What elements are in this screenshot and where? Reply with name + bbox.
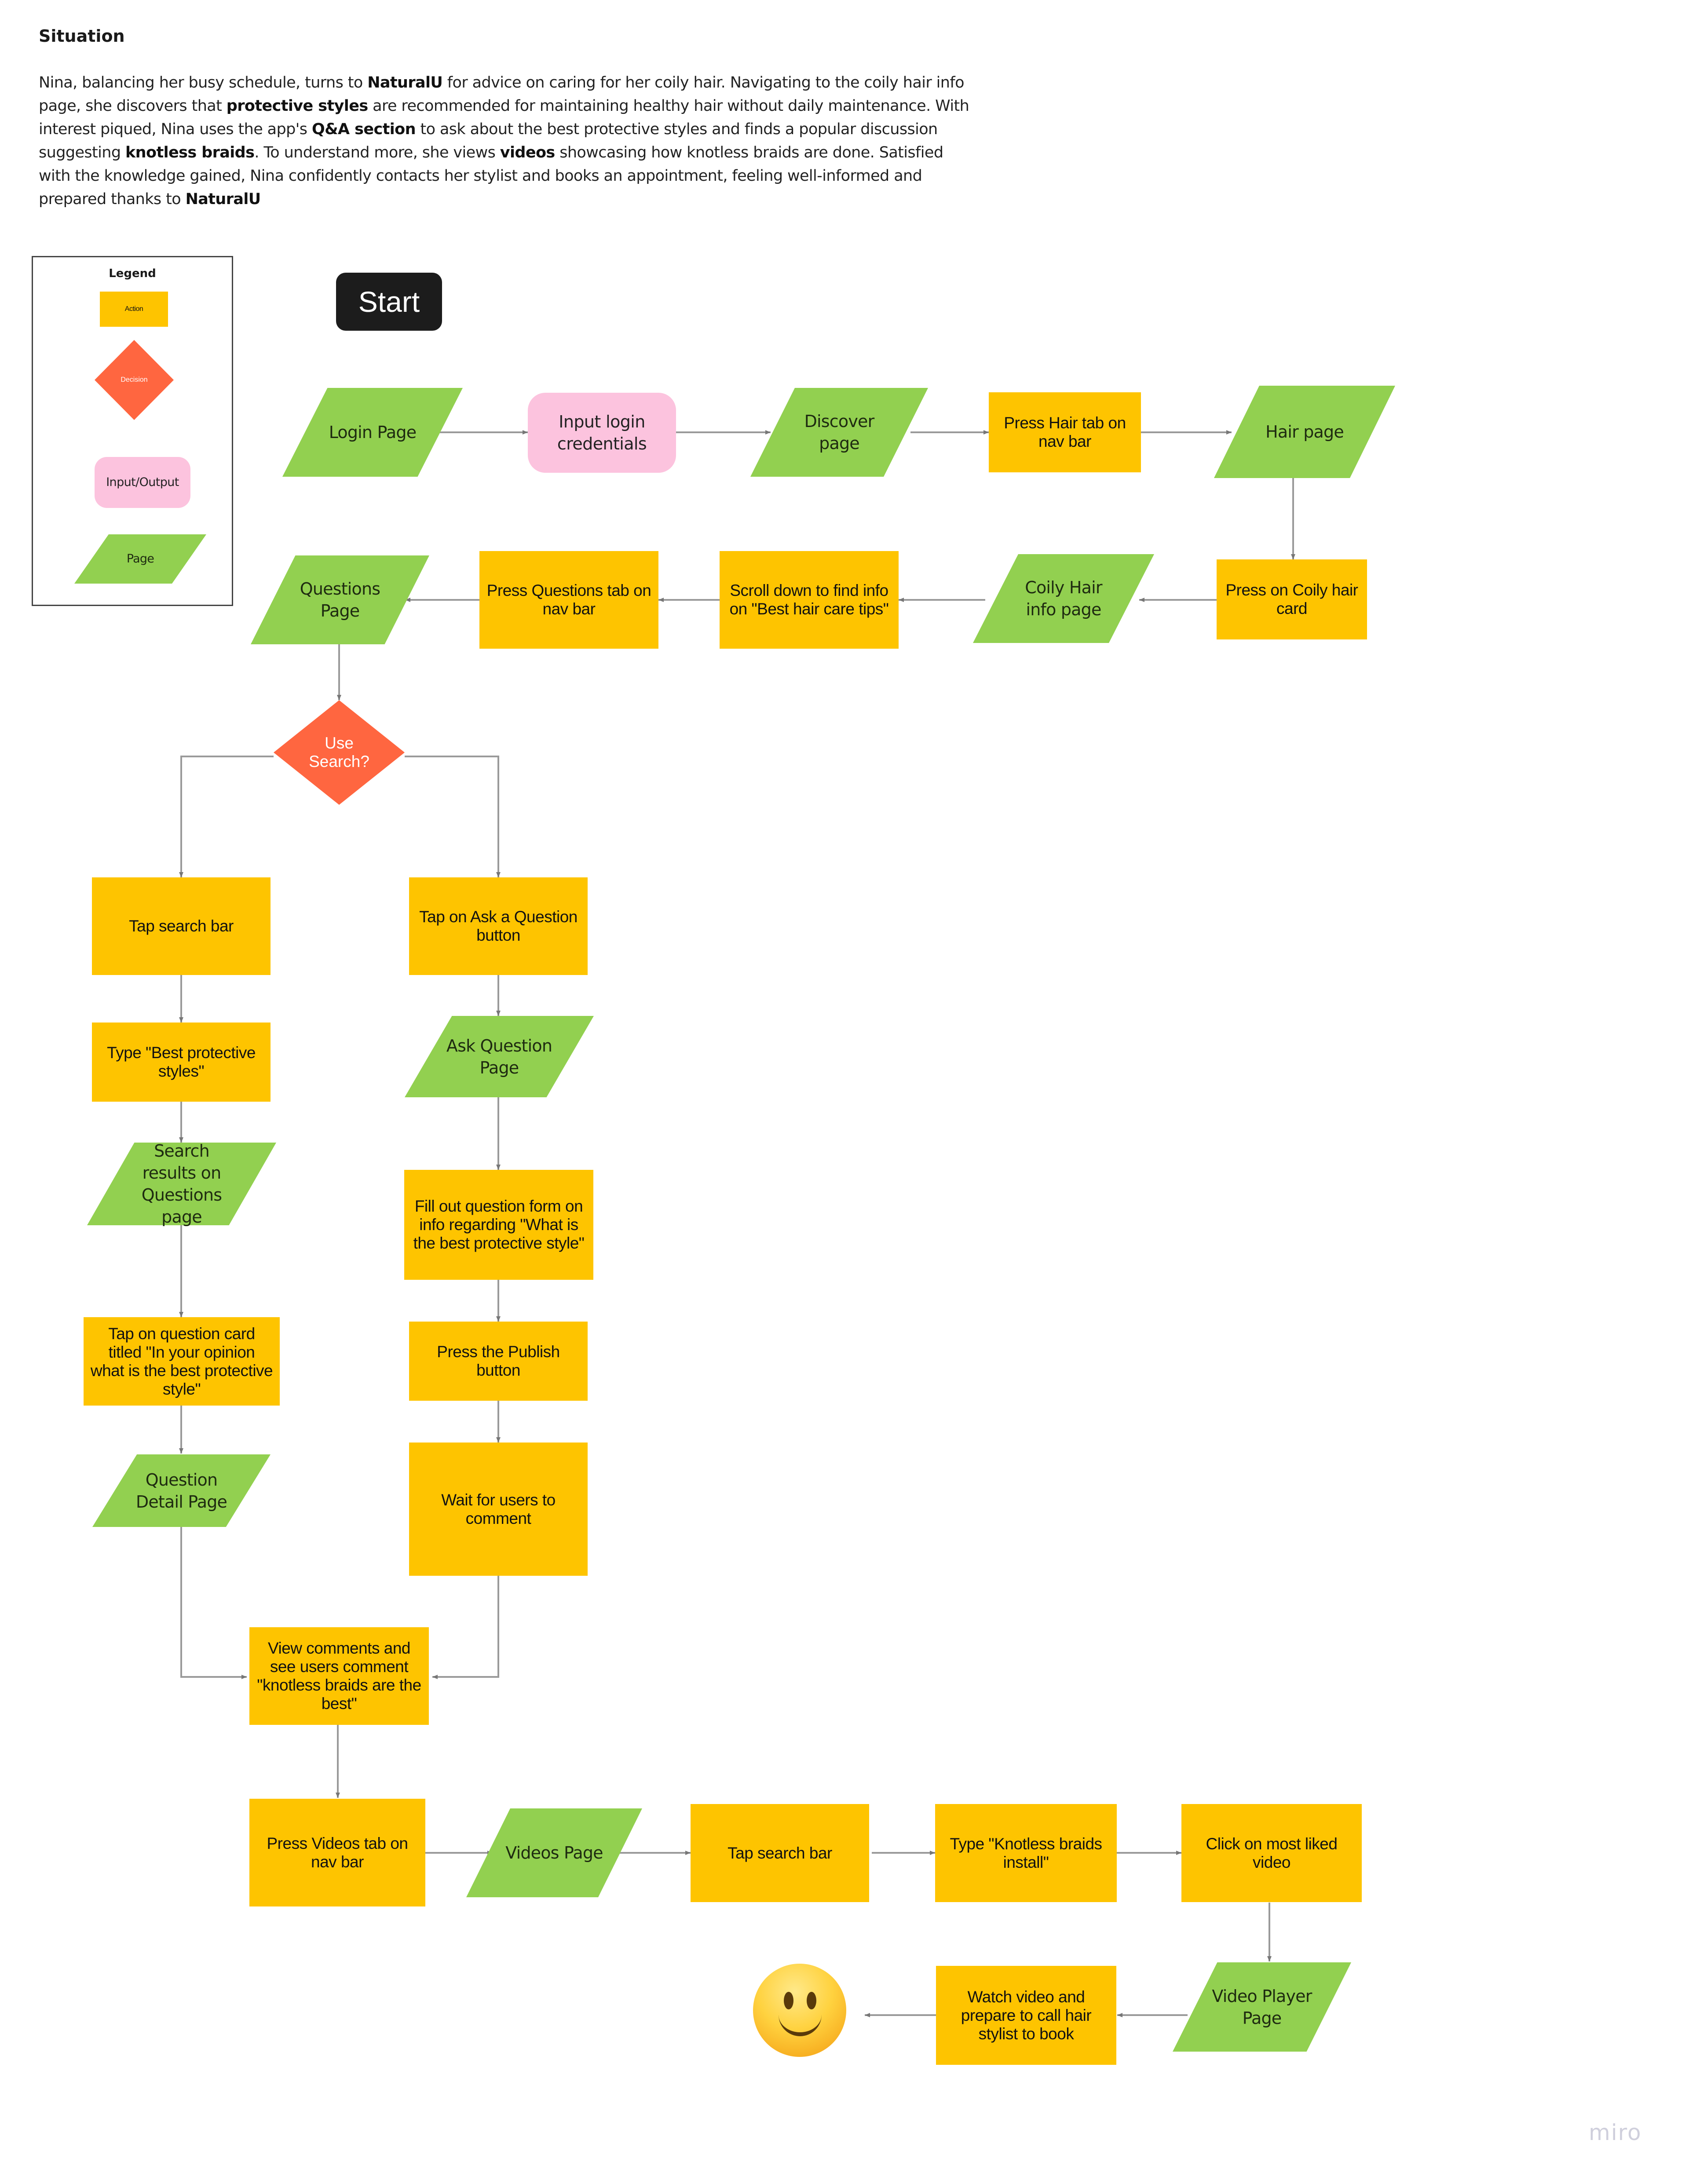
- node-label: Use Search?: [309, 734, 369, 771]
- node-question-detail-page[interactable]: Question Detail Page: [92, 1454, 271, 1527]
- node-click-most-liked-video[interactable]: Click on most liked video: [1181, 1804, 1362, 1902]
- node-ask-question-page[interactable]: Ask Question Page: [405, 1016, 594, 1097]
- legend-io-swatch: Input/Output: [95, 457, 190, 508]
- node-label: Coily Hair info page: [1025, 578, 1102, 619]
- node-video-player-page[interactable]: Video Player Page: [1173, 1962, 1351, 2052]
- node-label: Watch video and prepare to call hair sty…: [961, 1987, 1092, 2043]
- node-type-best-protective-styles[interactable]: Type "Best protective styles": [92, 1023, 271, 1102]
- legend-title: Legend: [109, 267, 156, 280]
- node-tap-search-bar-videos[interactable]: Tap search bar: [691, 1804, 869, 1902]
- connector-decision-to-tapsearch: [179, 756, 274, 877]
- start-label: Start: [358, 285, 420, 318]
- legend-io-label: Input/Output: [106, 475, 179, 489]
- situation-keyword: NaturalU: [367, 74, 443, 91]
- legend: Legend Action Decision Input/Output Page: [32, 256, 233, 606]
- node-label: Fill out question form on info regarding…: [413, 1197, 585, 1252]
- node-label: Login Page: [329, 423, 417, 442]
- situation-keyword: Q&A section: [311, 121, 416, 138]
- node-label: Press Questions tab on nav bar: [486, 581, 651, 618]
- legend-page-label: Page: [126, 552, 154, 566]
- legend-action-swatch: Action: [100, 292, 168, 327]
- node-label: Click on most liked video: [1206, 1834, 1338, 1871]
- node-search-results-page[interactable]: Search results on Questions page: [87, 1141, 276, 1227]
- node-label: Tap on question card titled "In your opi…: [90, 1324, 273, 1398]
- node-coily-hair-info-page[interactable]: Coily Hair info page: [973, 554, 1154, 643]
- situation-description: Nina, balancing her busy schedule, turns…: [39, 71, 971, 211]
- node-type-knotless-braids-install[interactable]: Type "Knotless braids install": [935, 1804, 1117, 1902]
- smiley-face-icon: [753, 1964, 846, 2057]
- connector-wait-to-viewcomments: [432, 1576, 499, 1679]
- node-label: Video Player Page: [1212, 1986, 1312, 2028]
- node-tap-question-card[interactable]: Tap on question card titled "In your opi…: [84, 1317, 280, 1406]
- start-terminal: Start: [336, 273, 442, 331]
- node-discover-page[interactable]: Discover page: [750, 388, 928, 477]
- node-press-videos-tab[interactable]: Press Videos tab on nav bar: [249, 1799, 425, 1906]
- node-wait-for-comments[interactable]: Wait for users to comment: [409, 1443, 588, 1576]
- miro-watermark: miro: [1589, 2120, 1642, 2145]
- node-label: Discover page: [804, 412, 875, 453]
- node-fill-question-form[interactable]: Fill out question form on info regarding…: [404, 1170, 593, 1280]
- node-tap-search-bar[interactable]: Tap search bar: [92, 877, 271, 975]
- node-use-search-decision[interactable]: Use Search?: [274, 700, 405, 805]
- node-scroll-best-hair-care-tips[interactable]: Scroll down to find info on "Best hair c…: [720, 551, 899, 649]
- legend-action-label: Action: [124, 305, 143, 313]
- node-label: Type "Knotless braids install": [950, 1834, 1102, 1871]
- node-label: Hair page: [1265, 422, 1344, 442]
- situation-title: Situation: [39, 26, 125, 46]
- node-label: Press the Publish button: [437, 1343, 560, 1379]
- legend-page-swatch: Page: [74, 534, 206, 584]
- node-hair-page[interactable]: Hair page: [1214, 386, 1395, 478]
- connector-decision-to-askquestion: [405, 756, 501, 877]
- node-label: Ask Question Page: [446, 1036, 552, 1077]
- node-label: View comments and see users comment "kno…: [257, 1639, 421, 1713]
- situation-keyword: NaturalU: [185, 190, 261, 208]
- situation-keyword: protective styles: [226, 97, 368, 115]
- situation-keyword: knotless braids: [125, 144, 255, 161]
- node-input-login-credentials[interactable]: Input login credentials: [528, 393, 676, 473]
- node-label: Tap search bar: [129, 917, 234, 935]
- node-label: Tap on Ask a Question button: [419, 908, 578, 944]
- node-press-publish[interactable]: Press the Publish button: [409, 1322, 588, 1401]
- node-view-comments[interactable]: View comments and see users comment "kno…: [249, 1627, 429, 1725]
- situation-text-segment: . To understand more, she views: [254, 144, 500, 161]
- node-label: Question Detail Page: [135, 1470, 227, 1512]
- node-label: Press on Coily hair card: [1225, 581, 1358, 617]
- node-login-page[interactable]: Login Page: [282, 388, 463, 477]
- node-label: Tap search bar: [728, 1844, 832, 1862]
- node-videos-page[interactable]: Videos Page: [466, 1808, 642, 1897]
- node-label: Scroll down to find info on "Best hair c…: [729, 581, 889, 618]
- node-press-coily-hair-card[interactable]: Press on Coily hair card: [1217, 559, 1367, 639]
- node-label: Questions Page: [300, 579, 380, 621]
- legend-decision-label: Decision: [121, 376, 148, 383]
- situation-keyword: videos: [500, 144, 555, 161]
- node-questions-page[interactable]: Questions Page: [251, 555, 429, 644]
- situation-text-segment: Nina, balancing her busy schedule, turns…: [39, 74, 368, 91]
- node-watch-video-book-stylist[interactable]: Watch video and prepare to call hair sty…: [936, 1966, 1116, 2065]
- node-label: Wait for users to comment: [441, 1490, 556, 1527]
- node-label: Type "Best protective styles": [107, 1044, 256, 1080]
- connector-detail-to-viewcomments: [180, 1527, 247, 1679]
- legend-decision-swatch: Decision: [95, 340, 174, 420]
- node-tap-ask-a-question[interactable]: Tap on Ask a Question button: [409, 877, 588, 975]
- node-label: Search results on Questions page: [141, 1141, 222, 1227]
- node-label: Press Videos tab on nav bar: [267, 1834, 408, 1871]
- node-label: Input login credentials: [557, 412, 647, 453]
- node-label: Videos Page: [505, 1843, 603, 1863]
- node-label: Press Hair tab on nav bar: [1004, 414, 1126, 450]
- node-press-questions-tab[interactable]: Press Questions tab on nav bar: [479, 551, 658, 649]
- node-press-hair-tab[interactable]: Press Hair tab on nav bar: [989, 392, 1141, 472]
